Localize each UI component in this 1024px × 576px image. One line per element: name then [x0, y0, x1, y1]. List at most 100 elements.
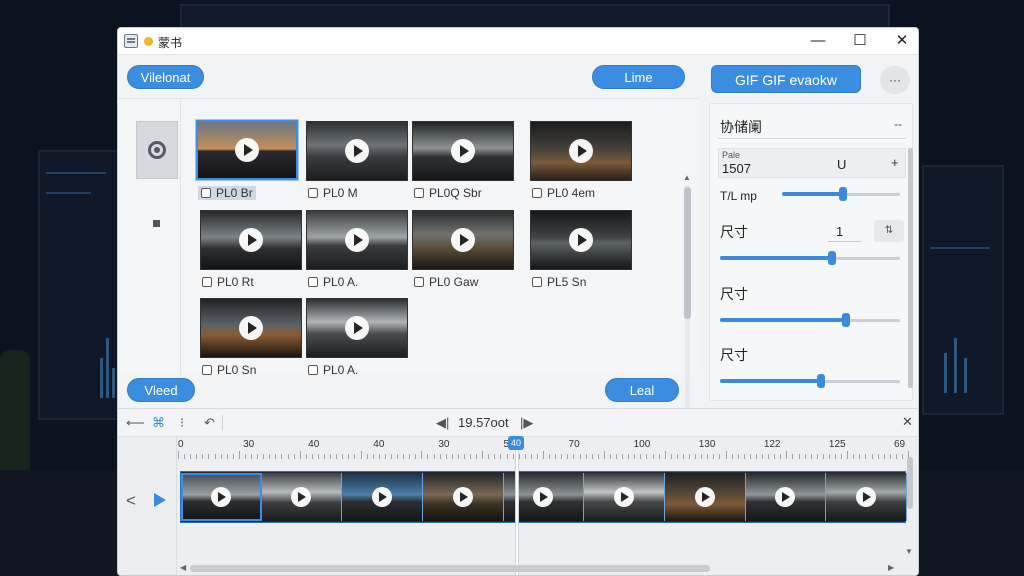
gif-export-button[interactable]: GIF GIF evaokw	[711, 65, 861, 93]
play-icon	[694, 487, 715, 507]
timeline-vscrollbar[interactable]	[907, 457, 913, 509]
tmp-slider[interactable]	[782, 187, 900, 201]
undo-icon[interactable]: ↶	[204, 415, 215, 431]
video-thumbnail[interactable]	[306, 298, 408, 358]
playhead-marker[interactable]: 40	[508, 436, 524, 450]
video-thumbnail[interactable]	[412, 210, 514, 270]
thumbnail-label[interactable]: PL0 M	[308, 186, 358, 200]
thumbnail-label[interactable]: PL0 A.	[308, 363, 358, 375]
timeline-hscrollbar[interactable]	[190, 565, 710, 572]
scroll-left-icon[interactable]: ◀	[180, 563, 186, 572]
frame-field[interactable]: Pale 1507 U +	[718, 148, 906, 178]
thumbnail-label[interactable]: PL0 Gaw	[414, 275, 478, 289]
size-stepper[interactable]: ⇅	[874, 220, 904, 242]
increment-button[interactable]: +	[891, 155, 899, 170]
more-options-button[interactable]: ···	[880, 66, 910, 94]
timeline-clip[interactable]	[261, 473, 343, 521]
timeline-clip[interactable]	[584, 473, 665, 521]
video-thumbnail[interactable]	[200, 210, 302, 270]
thumbnail-label[interactable]: PL0 4em	[532, 186, 595, 200]
size-input[interactable]: 1	[828, 222, 862, 242]
mode-pill-left[interactable]: Vilelonat	[127, 65, 204, 89]
scroll-up-icon[interactable]: ▲	[683, 173, 691, 182]
play-icon	[569, 139, 593, 163]
grid-scroll-thumb[interactable]	[684, 187, 691, 319]
minimize-icon[interactable]: —	[808, 31, 828, 51]
prev-frame-icon[interactable]: ◀|	[436, 415, 449, 431]
close-icon[interactable]: ✕	[892, 31, 912, 51]
checkbox[interactable]	[201, 188, 211, 198]
thumbnail-label[interactable]: PL0 Br	[198, 186, 256, 200]
left-action-button[interactable]: Vleed	[127, 378, 195, 402]
thumbnail-label[interactable]: PL0 Sn	[202, 363, 256, 375]
right-action-button[interactable]: Leal	[605, 378, 679, 402]
thumbnail-label[interactable]: PL0 A.	[308, 275, 358, 289]
thumbnail-label[interactable]: PL0 Rt	[202, 275, 254, 289]
checkbox[interactable]	[202, 277, 212, 287]
size-slider-2[interactable]	[720, 313, 900, 327]
ruler-tick-label: 122	[763, 439, 781, 450]
play-icon	[614, 487, 635, 507]
play-icon	[345, 316, 369, 340]
timeline-back-icon[interactable]: <	[126, 491, 136, 511]
split-icon[interactable]: ⁝	[180, 415, 184, 431]
next-frame-icon[interactable]: |▶	[520, 415, 533, 431]
playhead[interactable]	[516, 449, 518, 575]
collapse-icon[interactable]: --	[894, 117, 902, 131]
checkbox[interactable]	[308, 277, 318, 287]
play-icon	[775, 487, 796, 507]
clip-strip	[180, 471, 907, 523]
settings-header: 协储阑 --	[718, 113, 906, 139]
video-thumbnail[interactable]	[306, 210, 408, 270]
checkbox[interactable]	[202, 365, 212, 375]
timeline-clip[interactable]	[745, 473, 827, 521]
timeline-clip[interactable]	[342, 473, 423, 521]
timeline-ruler[interactable]: 030404030507010013012212569	[178, 437, 909, 459]
ruler-tick-label: 100	[633, 439, 651, 450]
settings-scrollbar[interactable]	[908, 148, 913, 388]
maximize-icon[interactable]: ☐	[850, 31, 870, 51]
side-checkbox[interactable]	[153, 220, 160, 227]
video-thumbnail[interactable]	[196, 120, 298, 180]
thumbnail-label[interactable]: PL0Q Sbr	[414, 186, 482, 200]
ruler-tick-label: 30	[243, 439, 255, 450]
size-slider-3[interactable]	[720, 374, 900, 388]
checkbox[interactable]	[414, 277, 424, 287]
video-thumbnail[interactable]	[530, 210, 632, 270]
checkbox[interactable]	[532, 188, 542, 198]
thumbnail-label[interactable]: PL5 Sn	[532, 275, 586, 289]
timeline-close-icon[interactable]: ✕	[902, 414, 913, 430]
video-thumbnail[interactable]	[530, 121, 632, 181]
timeline-clip[interactable]	[665, 473, 746, 521]
size-label-3: 尺寸	[720, 347, 748, 363]
scroll-right-icon[interactable]: ▶	[888, 563, 894, 572]
checkbox[interactable]	[414, 188, 424, 198]
video-thumbnail[interactable]	[200, 298, 302, 358]
timeline-clip[interactable]	[423, 473, 504, 521]
video-thumbnail[interactable]	[306, 121, 408, 181]
checkbox[interactable]	[308, 188, 318, 198]
scroll-down-icon[interactable]: ▼	[905, 547, 913, 556]
play-icon	[239, 228, 263, 252]
window-title: 蒙书	[158, 36, 183, 50]
play-icon	[345, 139, 369, 163]
back-arrow-icon[interactable]: ⟵	[126, 415, 145, 431]
timeline-play-button[interactable]	[154, 493, 166, 507]
slider-knob[interactable]	[842, 313, 850, 327]
grid-scrollbar[interactable]: ▲ ▼	[682, 173, 692, 439]
slider-knob[interactable]	[816, 374, 825, 388]
size-slider-1[interactable]	[720, 251, 900, 265]
mode-pill-right[interactable]: Lime	[592, 65, 685, 89]
background-monitor-left	[38, 150, 128, 420]
timeline-clip[interactable]	[181, 473, 262, 521]
slider-knob[interactable]	[839, 187, 848, 201]
ruler-tick-label: 70	[568, 439, 580, 450]
video-thumbnail[interactable]	[412, 121, 514, 181]
play-icon	[211, 487, 232, 507]
side-source-tile[interactable]	[136, 121, 178, 179]
timeline-clip[interactable]	[826, 473, 907, 521]
checkbox[interactable]	[308, 365, 318, 375]
snap-icon[interactable]: ⌘	[152, 415, 165, 431]
checkbox[interactable]	[532, 277, 542, 287]
slider-knob[interactable]	[827, 251, 836, 265]
